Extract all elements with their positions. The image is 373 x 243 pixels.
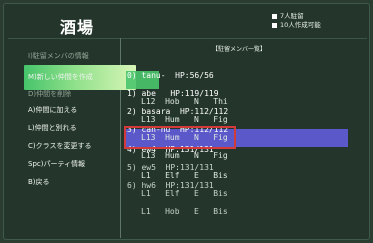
menu-item-member-info[interactable]: I)駐留メンバの情報 xyxy=(28,51,89,61)
menu-item-delete-member[interactable]: D)仲間を削除 xyxy=(28,89,71,99)
screen-title: 酒場 xyxy=(60,18,95,37)
party-status: 7人駐留 10人作成可能 xyxy=(272,12,321,30)
status-square-icon xyxy=(272,23,277,28)
menu-item-party-info[interactable]: Spc)パーティ情報 xyxy=(28,159,85,169)
roster-entry-details: L1 Hob E Bis xyxy=(141,207,228,216)
status-creatable-count: 10人作成可能 xyxy=(280,21,321,29)
roster-entry-name-hp: 6) hw6 HP:131/131 xyxy=(127,181,214,190)
menu-item-back[interactable]: B)戻る xyxy=(28,177,50,187)
status-row-creatable: 10人作成可能 xyxy=(272,21,321,30)
roster-entry[interactable]: 6) hw6 HP:131/131 L1 Hob E Bis xyxy=(127,166,349,232)
game-window: 酒場 7人駐留 10人作成可能 I)駐留メンバの情報 M)新しい仲間を作成 D)… xyxy=(3,3,370,240)
status-square-icon xyxy=(272,14,277,19)
status-stationed-count: 7人駐留 xyxy=(280,12,304,20)
status-row-stationed: 7人駐留 xyxy=(272,12,321,21)
selection-outline xyxy=(124,126,236,149)
header-divider xyxy=(8,38,367,39)
menu-item-create-member[interactable]: M)新しい仲間を作成 xyxy=(28,72,93,82)
menu-item-change-class[interactable]: C)クラスを変更する xyxy=(28,141,91,151)
menu-item-add-to-party[interactable]: A)仲間に加える xyxy=(28,105,77,115)
menu-item-remove-from-party[interactable]: L)仲間と別れる xyxy=(28,123,77,133)
roster-heading: 【駐留メンバ一覧】 xyxy=(212,46,267,53)
